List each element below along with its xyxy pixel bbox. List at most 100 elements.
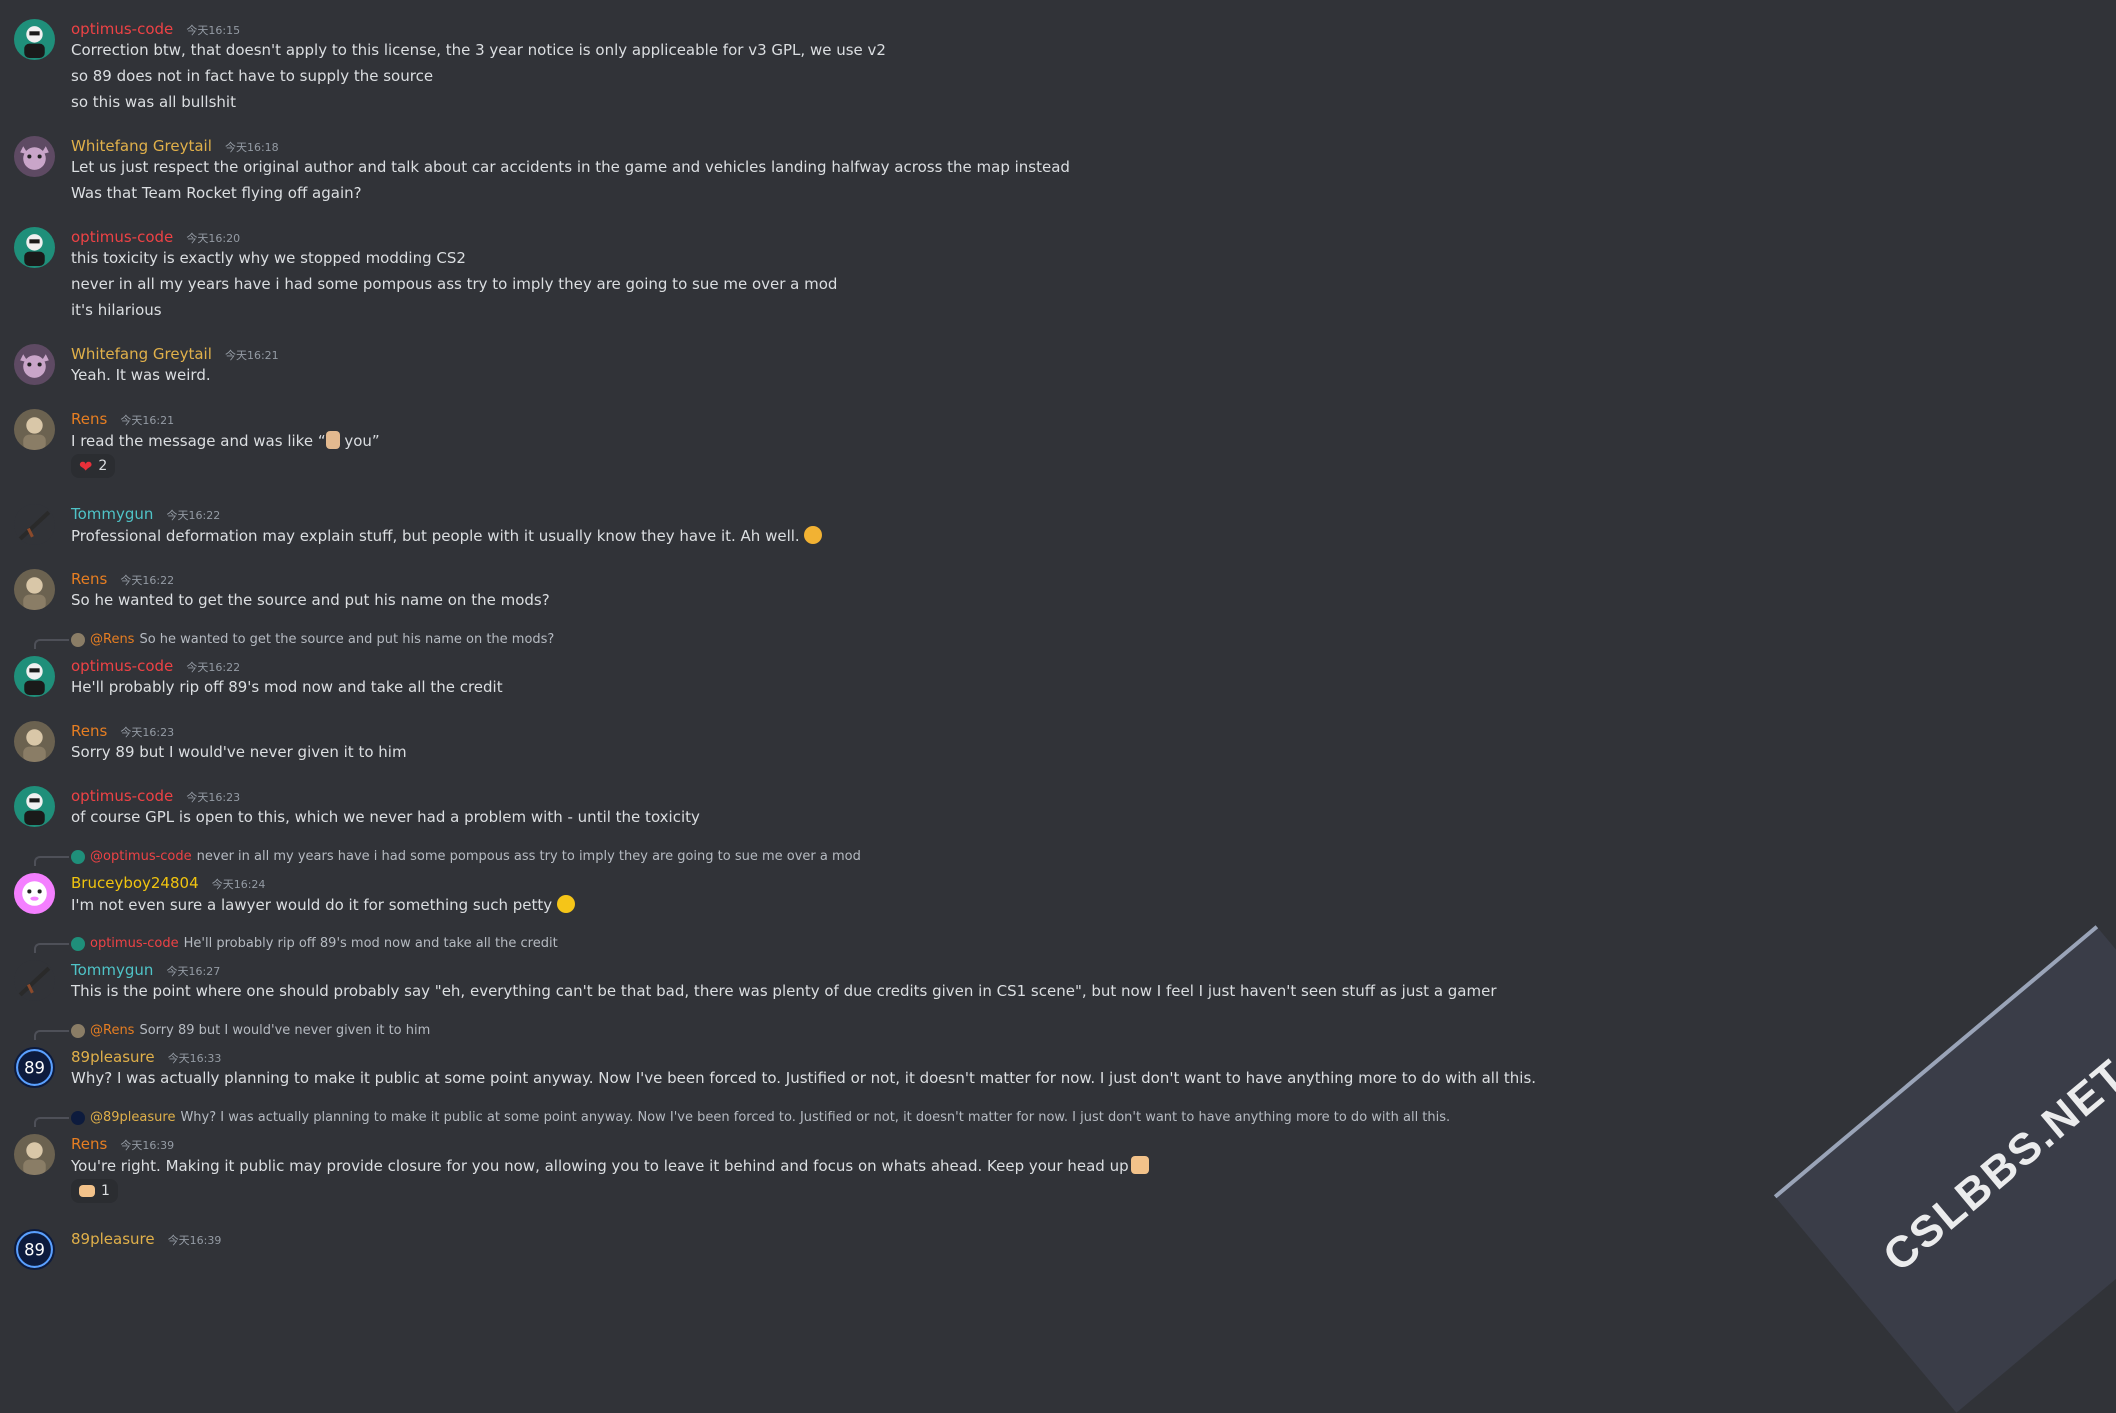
username[interactable]: Bruceyboy24804 (71, 874, 199, 892)
message-text: Sorry 89 but I would've never given it t… (71, 743, 407, 761)
timestamp[interactable]: 今天16:18 (225, 141, 279, 154)
message-text: so 89 does not in fact have to supply th… (71, 67, 434, 85)
username[interactable]: Rens (71, 410, 107, 428)
pleading-face-emoji-icon (556, 895, 575, 913)
message-text: I read the message and was like “ you” (71, 431, 380, 450)
timestamp[interactable]: 今天16:21 (225, 349, 279, 362)
reply-author[interactable]: optimus-code (90, 936, 179, 951)
username[interactable]: optimus-code (71, 657, 173, 675)
message-text: Correction btw, that doesn't apply to th… (71, 41, 886, 59)
reply-text: So he wanted to get the source and put h… (139, 632, 555, 647)
reaction-count: 1 (101, 1183, 110, 1199)
reply-author[interactable]: @89pleasure (90, 1110, 175, 1125)
message-text: never in all my years have i had some po… (71, 275, 838, 293)
username[interactable]: Rens (71, 722, 107, 740)
reply-avatar (71, 1110, 85, 1125)
reply-spine (34, 1117, 69, 1127)
username[interactable]: 89pleasure (71, 1230, 155, 1248)
username[interactable]: Whitefang Greytail (71, 137, 212, 155)
reaction-heart-hands[interactable]: 1 (71, 1179, 118, 1203)
avatar[interactable] (14, 344, 55, 385)
timestamp[interactable]: 今天16:39 (168, 1234, 222, 1247)
message-text: So he wanted to get the source and put h… (71, 591, 550, 609)
timestamp[interactable]: 今天16:20 (186, 232, 240, 245)
reaction-count: 2 (98, 458, 108, 474)
avatar[interactable] (14, 721, 55, 762)
reply-spine (34, 1030, 69, 1040)
timestamp[interactable]: 今天16:24 (212, 878, 266, 891)
reply-spine (34, 856, 69, 866)
reply-preview[interactable]: @89pleasure Why? I was actually planning… (71, 1110, 1450, 1125)
reply-avatar (71, 1023, 85, 1038)
reply-author[interactable]: @Rens (90, 1023, 134, 1038)
reply-spine (34, 943, 69, 953)
message-text: You're right. Making it public may provi… (71, 1156, 1149, 1176)
timestamp[interactable]: 今天16:15 (186, 24, 240, 37)
avatar[interactable]: 89 (14, 1047, 55, 1088)
reply-author[interactable]: @optimus-code (90, 849, 192, 864)
avatar[interactable] (14, 569, 55, 610)
avatar[interactable] (14, 409, 55, 450)
reply-preview[interactable]: @Rens Sorry 89 but I would've never give… (71, 1023, 430, 1038)
reply-avatar (71, 936, 85, 951)
avatar[interactable] (14, 227, 55, 268)
message-text: He'll probably rip off 89's mod now and … (71, 678, 503, 696)
reply-preview[interactable]: @Rens So he wanted to get the source and… (71, 632, 554, 647)
avatar[interactable] (14, 504, 55, 545)
message-text: so this was all bullshit (71, 93, 236, 111)
username[interactable]: optimus-code (71, 20, 173, 38)
message-text: Was that Team Rocket flying off again? (71, 184, 362, 202)
message-text: it's hilarious (71, 301, 162, 319)
shrug-emoji-icon (804, 526, 823, 544)
reply-author[interactable]: @Rens (90, 632, 134, 647)
reply-text: never in all my years have i had some po… (196, 849, 861, 864)
message-text: Let us just respect the original author … (71, 158, 1070, 176)
avatar[interactable] (14, 136, 55, 177)
username[interactable]: 89pleasure (71, 1048, 155, 1066)
username[interactable]: Tommygun (71, 505, 153, 523)
reply-spine (34, 639, 69, 649)
heart-icon: ❤ (79, 456, 93, 476)
username[interactable]: optimus-code (71, 228, 173, 246)
timestamp[interactable]: 今天16:22 (186, 661, 240, 674)
timestamp[interactable]: 今天16:23 (186, 791, 240, 804)
username[interactable]: Whitefang Greytail (71, 345, 212, 363)
avatar[interactable] (14, 786, 55, 827)
svg-text:89: 89 (24, 1241, 45, 1260)
timestamp[interactable]: 今天16:21 (120, 414, 174, 427)
avatar[interactable] (14, 1134, 55, 1175)
message-text: this toxicity is exactly why we stopped … (71, 249, 466, 267)
reply-text: He'll probably rip off 89's mod now and … (183, 936, 558, 951)
message-text: Professional deformation may explain stu… (71, 526, 823, 546)
timestamp[interactable]: 今天16:23 (120, 726, 174, 739)
timestamp[interactable]: 今天16:22 (167, 509, 221, 522)
avatar[interactable] (14, 873, 55, 914)
timestamp[interactable]: 今天16:39 (120, 1139, 174, 1152)
heart-hands-emoji-icon (1130, 1156, 1149, 1174)
reply-text: Why? I was actually planning to make it … (180, 1110, 1451, 1125)
username[interactable]: optimus-code (71, 787, 173, 805)
message-text: I'm not even sure a lawyer would do it f… (71, 895, 575, 915)
avatar[interactable] (14, 19, 55, 60)
reaction-heart[interactable]: ❤ 2 (71, 454, 116, 478)
username[interactable]: Rens (71, 570, 107, 588)
timestamp[interactable]: 今天16:33 (168, 1052, 222, 1065)
message-text: Yeah. It was weird. (71, 366, 211, 384)
message-text: Why? I was actually planning to make it … (71, 1069, 1537, 1087)
chat-message-list: optimus-code 今天16:15 Correction btw, tha… (0, 0, 2116, 1270)
reply-preview[interactable]: @optimus-code never in all my years have… (71, 849, 861, 864)
username[interactable]: Rens (71, 1135, 107, 1153)
message-text: This is the point where one should proba… (71, 982, 1497, 1000)
reply-avatar (71, 849, 85, 864)
reply-text: Sorry 89 but I would've never given it t… (139, 1023, 431, 1038)
timestamp[interactable]: 今天16:27 (167, 965, 221, 978)
avatar[interactable] (14, 656, 55, 697)
heart-hands-icon (79, 1185, 95, 1197)
username[interactable]: Tommygun (71, 961, 153, 979)
reply-preview[interactable]: optimus-code He'll probably rip off 89's… (71, 936, 558, 951)
middle-finger-emoji-icon (325, 431, 340, 449)
avatar[interactable] (14, 960, 55, 1001)
avatar[interactable]: 89 (14, 1229, 55, 1270)
message-text: of course GPL is open to this, which we … (71, 808, 700, 826)
timestamp[interactable]: 今天16:22 (120, 574, 174, 587)
